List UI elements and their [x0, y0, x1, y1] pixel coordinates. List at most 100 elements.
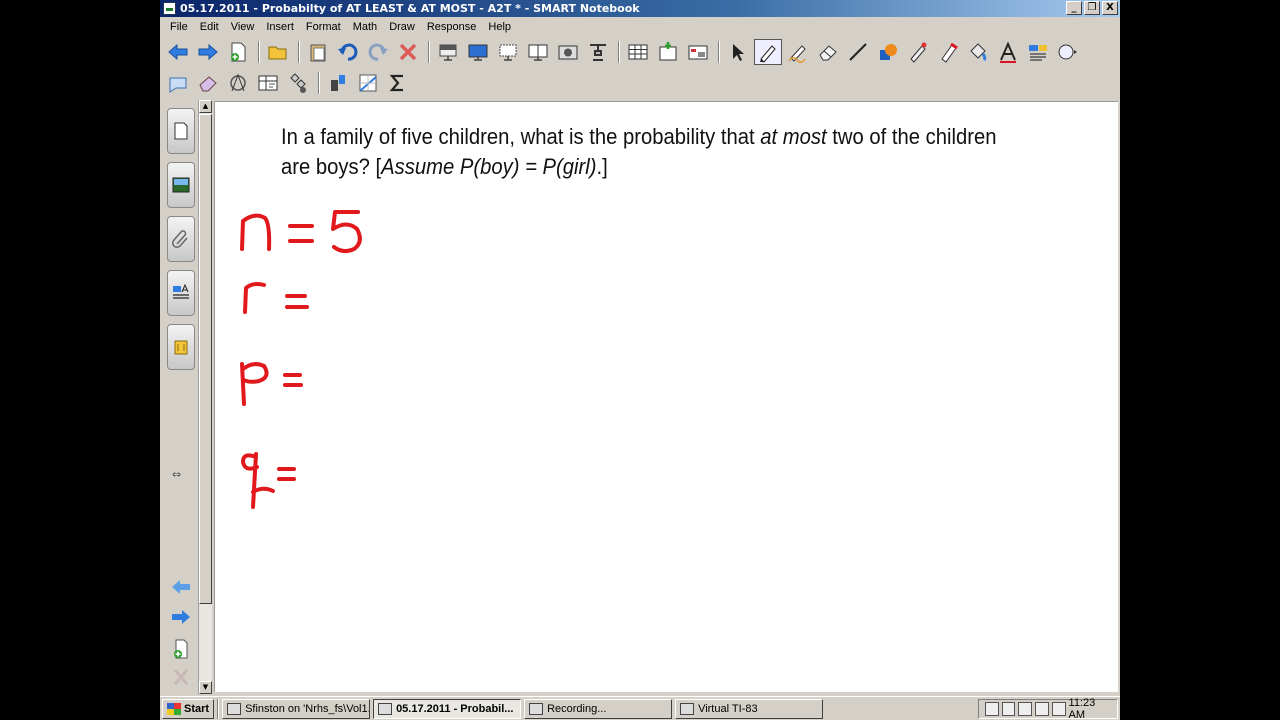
- handwritten-ink-layer[interactable]: [215, 102, 1119, 693]
- open-folder-icon[interactable]: [264, 39, 292, 65]
- toolbar-separator: [718, 41, 720, 63]
- previous-page-icon[interactable]: [169, 576, 193, 598]
- minimize-button[interactable]: _: [1066, 1, 1082, 15]
- menu-view[interactable]: View: [225, 21, 261, 33]
- ink-p: [240, 362, 269, 406]
- next-page-icon[interactable]: [169, 606, 193, 628]
- taskbar-item-ti83[interactable]: Virtual TI-83: [675, 698, 824, 719]
- creative-pen-icon[interactable]: [784, 39, 812, 65]
- menu-file[interactable]: File: [164, 21, 194, 33]
- recognize-shape-icon[interactable]: [224, 70, 252, 96]
- gallery-icon: [172, 177, 190, 193]
- title-bar[interactable]: 05.17.2011 - Probabilty of AT LEAST & AT…: [160, 0, 1120, 17]
- menu-insert[interactable]: Insert: [260, 21, 300, 33]
- pen-icon[interactable]: [754, 39, 782, 65]
- eraser-icon[interactable]: [814, 39, 842, 65]
- delete-page-icon[interactable]: [169, 666, 193, 688]
- paste-icon[interactable]: [304, 39, 332, 65]
- network-icon[interactable]: [985, 702, 999, 716]
- erase-ink-icon[interactable]: [194, 70, 222, 96]
- menu-edit[interactable]: Edit: [194, 21, 225, 33]
- page-sorter-tab[interactable]: [167, 108, 195, 154]
- link-icon[interactable]: [284, 70, 312, 96]
- menu-help[interactable]: Help: [482, 21, 517, 33]
- full-screen-icon[interactable]: [464, 39, 492, 65]
- security-icon[interactable]: [1018, 702, 1033, 716]
- sigma-icon[interactable]: [384, 70, 412, 96]
- taskbar-item-explorer[interactable]: Sfinston on 'Nrhs_fs\Vol1...: [222, 698, 371, 719]
- properties-icon[interactable]: [1024, 39, 1052, 65]
- fill-icon[interactable]: [964, 39, 992, 65]
- insert-question-icon[interactable]: [654, 39, 682, 65]
- properties-icon: [173, 283, 189, 299]
- clock[interactable]: 11:23 AM: [1069, 697, 1118, 720]
- attachments-icon: [172, 230, 188, 248]
- graph-icon[interactable]: [354, 70, 382, 96]
- updates-icon[interactable]: [1051, 702, 1066, 716]
- response-icon[interactable]: [684, 39, 712, 65]
- smart-notebook-window: 05.17.2011 - Probabilty of AT LEAST & AT…: [160, 0, 1120, 720]
- taskbar-item-recording[interactable]: Recording...: [524, 698, 673, 719]
- add-page-side-icon[interactable]: [169, 638, 193, 660]
- vertical-scrollbar[interactable]: ▲ ▼: [198, 100, 212, 694]
- start-button[interactable]: Start: [162, 698, 215, 719]
- line-icon[interactable]: [844, 39, 872, 65]
- resize-handle-icon[interactable]: ⇔: [172, 468, 181, 481]
- transparent-background-icon[interactable]: [494, 39, 522, 65]
- restore-button[interactable]: ❐: [1084, 1, 1100, 15]
- ink-equals-1: [288, 224, 314, 243]
- menu-math[interactable]: Math: [347, 21, 383, 33]
- ink-equals-3: [283, 373, 303, 387]
- ink-5: [331, 210, 362, 254]
- properties-tab[interactable]: [167, 270, 195, 316]
- highlighter-icon[interactable]: [934, 39, 962, 65]
- attachment-icon[interactable]: [324, 70, 352, 96]
- document-camera-icon[interactable]: [584, 39, 612, 65]
- notification-icon[interactable]: [1035, 702, 1049, 716]
- math-table-icon[interactable]: [254, 70, 282, 96]
- menu-response[interactable]: Response: [421, 21, 483, 33]
- screen-capture-icon[interactable]: [554, 39, 582, 65]
- gallery-tab[interactable]: [167, 162, 195, 208]
- delete-icon[interactable]: [394, 39, 422, 65]
- toolbar-separator: [258, 41, 260, 63]
- table-icon[interactable]: [624, 39, 652, 65]
- volume-icon[interactable]: [1001, 702, 1016, 716]
- add-page-icon[interactable]: [224, 39, 252, 65]
- attachments-tab[interactable]: [167, 216, 195, 262]
- scroll-down-icon[interactable]: ▼: [199, 681, 212, 694]
- redo-icon[interactable]: [364, 39, 392, 65]
- menu-format[interactable]: Format: [300, 21, 347, 33]
- scroll-thumb[interactable]: [199, 114, 212, 604]
- back-arrow-icon[interactable]: [164, 39, 192, 65]
- dual-page-icon[interactable]: [524, 39, 552, 65]
- toolbar-separator: [428, 41, 430, 63]
- scroll-up-icon[interactable]: ▲: [199, 100, 212, 113]
- whiteboard-canvas[interactable]: In a family of five children, what is th…: [214, 101, 1118, 692]
- select-icon[interactable]: [724, 39, 752, 65]
- shapes-icon[interactable]: [874, 39, 902, 65]
- addons-icon: [174, 340, 188, 355]
- ink-n: [240, 213, 272, 251]
- side-tabs-panel: ⇔: [162, 100, 198, 694]
- undo-icon[interactable]: [334, 39, 362, 65]
- forward-arrow-icon[interactable]: [194, 39, 222, 65]
- app-icon: [163, 2, 176, 15]
- taskbar: Start Sfinston on 'Nrhs_fs\Vol1... 05.17…: [160, 696, 1120, 720]
- menu-draw[interactable]: Draw: [383, 21, 421, 33]
- windows-logo-icon: [167, 702, 181, 715]
- magic-pen-icon[interactable]: [904, 39, 932, 65]
- taskbar-item-notebook[interactable]: 05.17.2011 - Probabil...: [373, 698, 522, 719]
- recorder-icon: [529, 702, 544, 715]
- ink-r: [243, 282, 266, 314]
- more-icon[interactable]: [1054, 39, 1082, 65]
- addons-tab[interactable]: [167, 324, 195, 370]
- screen-shade-icon[interactable]: [434, 39, 462, 65]
- move-toolbar-icon[interactable]: [164, 70, 192, 96]
- toolbar-separator: [298, 41, 300, 63]
- text-icon[interactable]: [994, 39, 1022, 65]
- ink-q: [241, 452, 275, 509]
- taskbar-separator: [217, 698, 220, 719]
- close-button[interactable]: X: [1102, 1, 1118, 15]
- menu-bar: File Edit View Insert Format Math Draw R…: [160, 17, 1120, 36]
